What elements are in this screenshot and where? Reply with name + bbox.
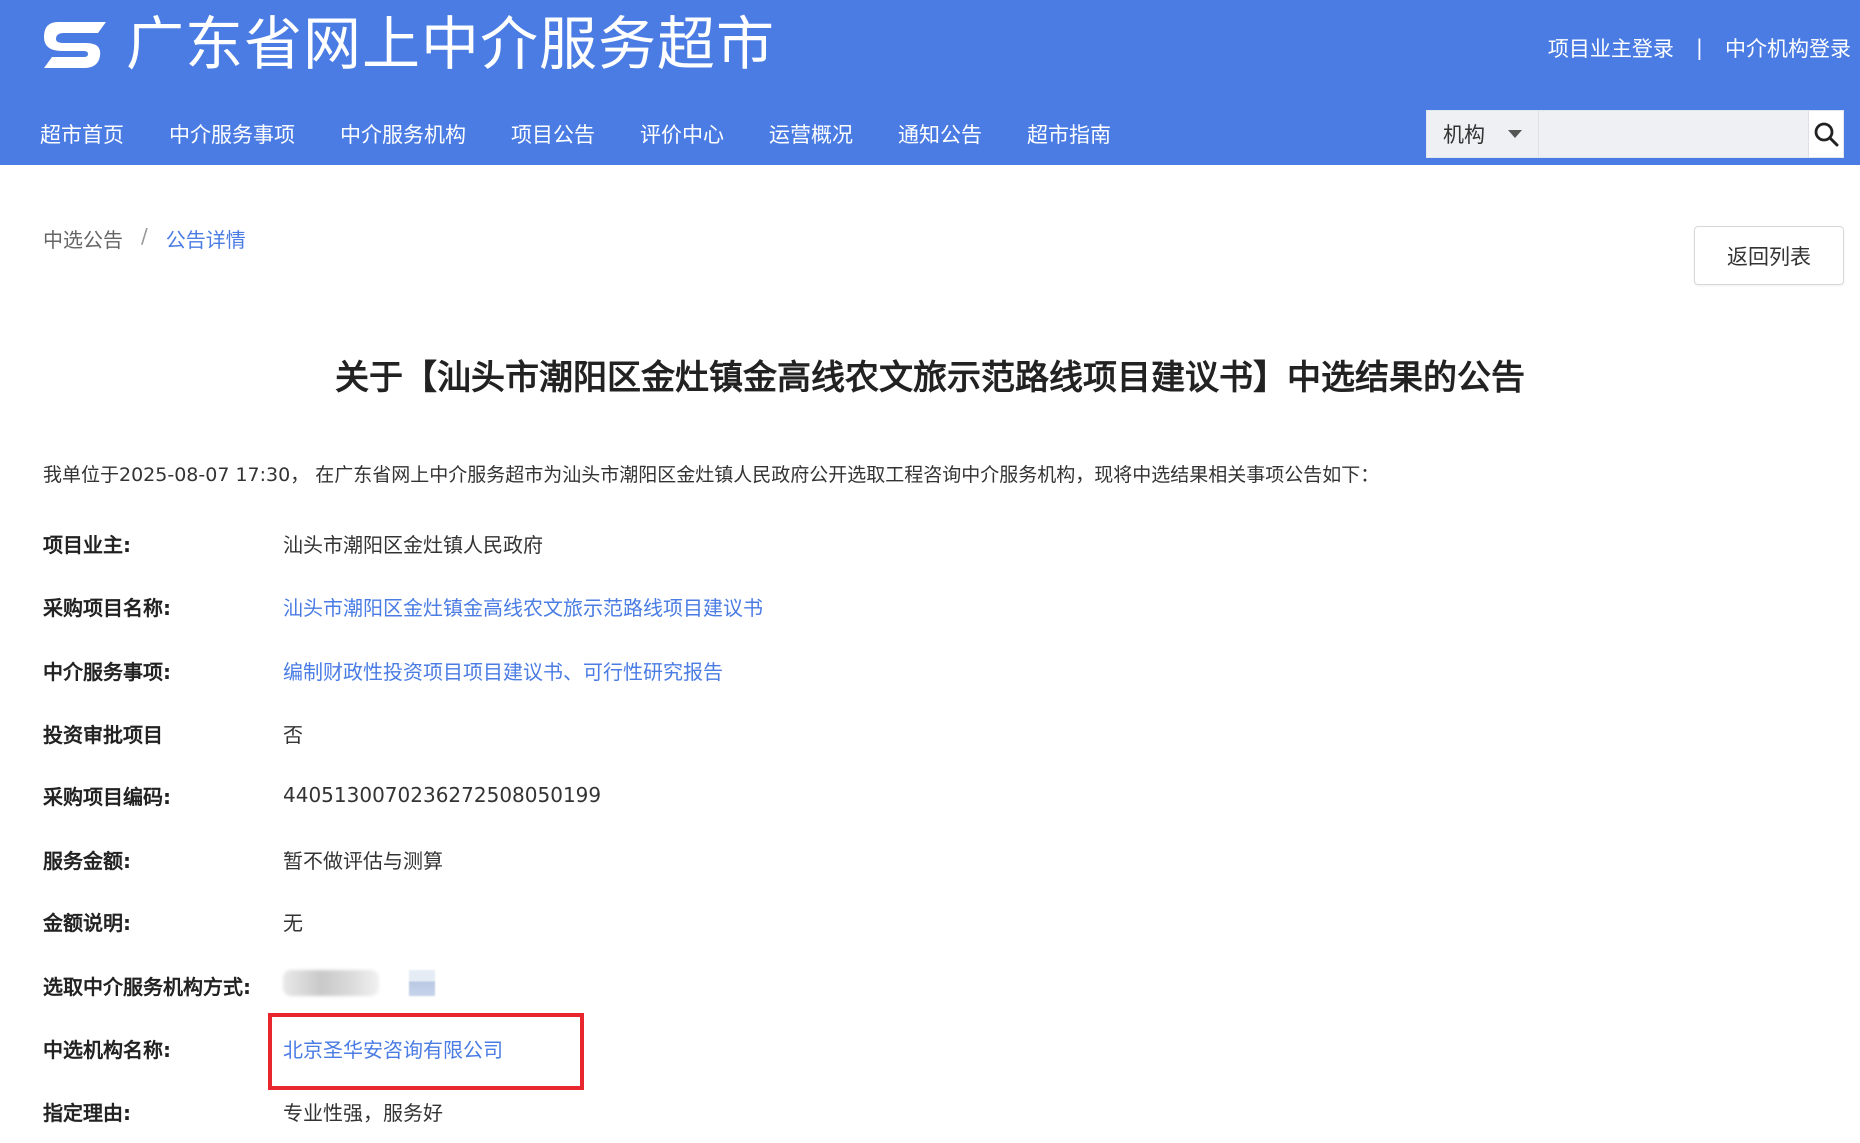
main-nav: 超市首页 中介服务事项 中介服务机构 项目公告 评价中心 运营概况 通知公告 超… [40,115,1156,155]
page-title: 关于【汕头市潮阳区金灶镇金高线农文旅示范路线项目建议书】中选结果的公告 [335,358,1525,398]
breadcrumb-separator: / [141,224,148,248]
breadcrumb-current[interactable]: 公告详情 [166,224,246,253]
back-to-list-button[interactable]: 返回列表 [1694,226,1844,285]
field-value: 汕头市潮阳区金灶镇人民政府 [283,532,543,557]
field-label: 采购项目编码: [43,784,171,809]
top-links: 项目业主登录 | 中介机构登录 [1548,32,1851,64]
project-name-link[interactable]: 汕头市潮阳区金灶镇金高线农文旅示范路线项目建议书 [283,592,763,621]
field-label: 服务金额: [43,848,131,873]
search-button[interactable] [1807,111,1843,157]
nav-operation-overview[interactable]: 运营概况 [769,115,853,155]
search-icon [1814,122,1839,147]
field-project-name: 采购项目名称: 汕头市潮阳区金灶镇金高线农文旅示范路线项目建议书 [43,589,763,623]
field-project-code: 采购项目编码: 440513007023627250805019​9 [43,778,601,812]
field-value: 无 [283,910,303,935]
field-label: 指定理由: [43,1100,131,1125]
nav-project-notices[interactable]: 项目公告 [511,115,595,155]
blurred-icon [409,969,435,996]
field-label: 采购项目名称: [43,595,171,620]
field-value: 440513007023627250805019​9 [283,783,602,807]
nav-service-items[interactable]: 中介服务事项 [169,115,295,155]
field-value: 暂不做评估与测算 [283,848,443,873]
selection-method-value [283,969,435,1001]
search-category-label: 机构 [1443,123,1485,147]
top-links-separator: | [1695,36,1703,60]
notice-intro: 我单位于2025-08-07 17:30， 在广东省网上中介服务超市为汕头市潮阳… [43,464,1380,486]
site-logo-icon[interactable] [40,18,110,70]
site-title[interactable]: 广东省网上中介服务超市 [126,6,775,82]
field-service-amount: 服务金额: 暂不做评估与测算 [43,842,443,876]
field-value: 否 [283,722,303,747]
breadcrumb-parent[interactable]: 中选公告 [43,224,123,253]
blurred-text [283,969,379,996]
field-project-owner: 项目业主: 汕头市潮阳区金灶镇人民政府 [43,526,543,560]
field-service-item: 中介服务事项: 编制财政性投资项目项目建议书、可行性研究报告 [43,653,723,687]
caret-down-icon [1507,130,1522,138]
site-header: 广东省网上中介服务超市 项目业主登录 | 中介机构登录 超市首页 中介服务事项 … [0,0,1860,165]
field-amount-note: 金额说明: 无 [43,904,303,938]
search-box: 机构 [1426,110,1844,158]
service-item-link[interactable]: 编制财政性投资项目项目建议书、可行性研究报告 [283,656,723,685]
field-designation-reason: 指定理由: 专业性强，服务好 [43,1094,443,1128]
field-label: 中介服务事项: [43,659,171,684]
field-label: 中选机构名称: [43,1037,171,1062]
field-label: 金额说明: [43,910,131,935]
nav-evaluation-center[interactable]: 评价中心 [640,115,724,155]
nav-service-agencies[interactable]: 中介服务机构 [340,115,466,155]
nav-announcements[interactable]: 通知公告 [898,115,982,155]
field-selection-method: 选取中介服务机构方式: [43,968,435,1002]
field-label: 投资审批项目 [43,722,163,747]
field-value: 专业性强，服务好 [283,1100,443,1125]
search-input[interactable] [1538,111,1808,157]
breadcrumb: 中选公告 / 公告详情 [43,224,246,253]
search-category-select[interactable]: 机构 [1427,111,1539,157]
field-investment-approval: 投资审批项目 否 [43,716,303,750]
nav-home[interactable]: 超市首页 [40,115,124,155]
field-label: 选取中介服务机构方式: [43,974,251,999]
agency-login-link[interactable]: 中介机构登录 [1725,33,1851,63]
highlight-box [268,1013,584,1090]
owner-login-link[interactable]: 项目业主登录 [1548,33,1674,63]
nav-guide[interactable]: 超市指南 [1027,115,1111,155]
field-label: 项目业主: [43,532,131,557]
